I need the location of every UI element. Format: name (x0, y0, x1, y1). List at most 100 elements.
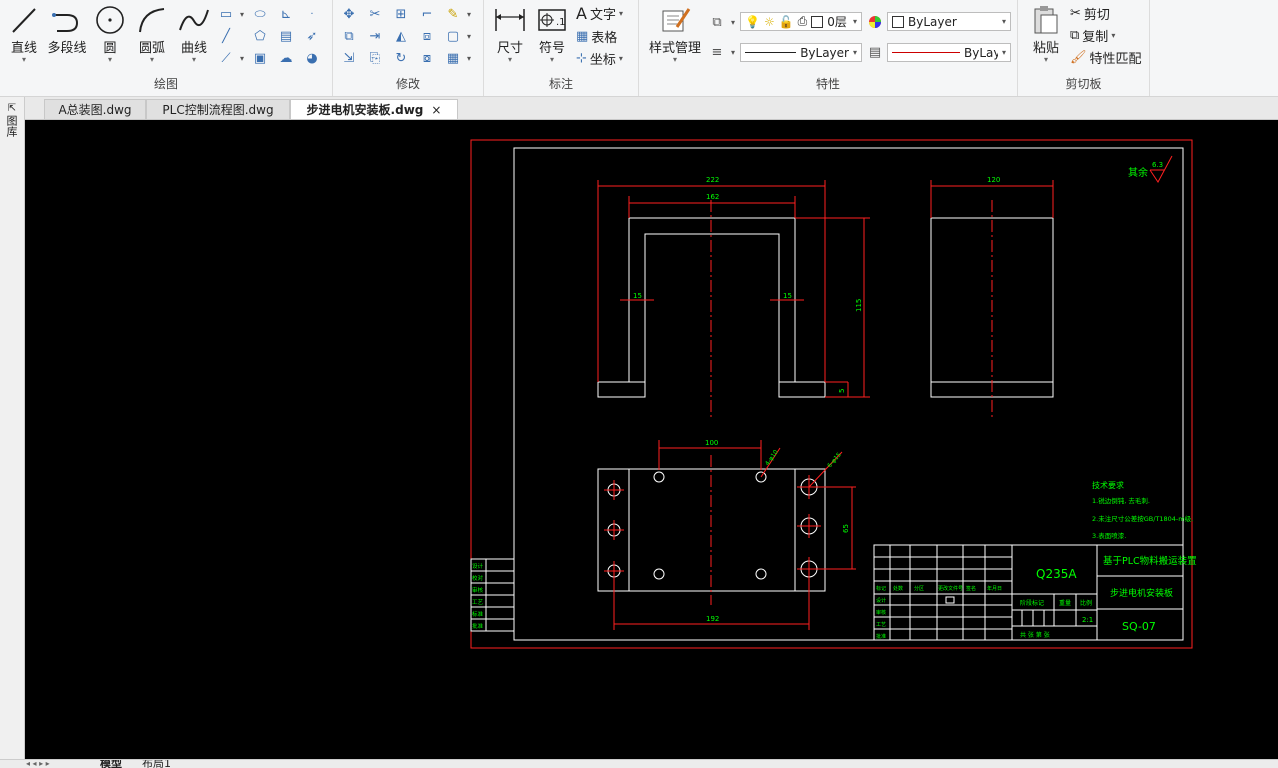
symbol-button[interactable]: .1 符号 ▾ (532, 4, 572, 64)
mirror-icon[interactable]: ◭ (393, 28, 409, 44)
boundary-icon[interactable]: ▣ (252, 50, 268, 66)
xline-icon[interactable]: ╱ (218, 28, 234, 44)
paste-dropdown-icon[interactable]: ▾ (1026, 56, 1066, 64)
layer-combo[interactable]: 💡 ☼ 🔓 ⎙ 0层 ▾ (740, 12, 862, 31)
tab-a-assembly[interactable]: A总装图.dwg (44, 99, 146, 119)
linetype-combo[interactable]: ByLayer ▾ (740, 43, 862, 62)
curve-button[interactable]: 曲线 ▾ (174, 4, 214, 64)
style-manager-dropdown-icon[interactable]: ▾ (645, 56, 705, 64)
rotate-icon[interactable]: ↻ (393, 50, 409, 66)
break-icon[interactable]: ⧇ (419, 50, 435, 66)
left-block-label: 批准 (472, 622, 484, 630)
array-icon[interactable]: ⊞ (393, 6, 409, 22)
tb-part-name: 步进电机安装板 (1110, 587, 1173, 599)
polyline-button[interactable]: 多段线 (46, 4, 88, 56)
erase-dropdown-icon[interactable]: ▾ (461, 6, 477, 22)
side-panel-toggle[interactable]: ⇱ 图库 (5, 103, 19, 137)
ray-dropdown-icon[interactable]: ▾ (234, 50, 250, 66)
dimension-dropdown-icon[interactable]: ▾ (490, 56, 530, 64)
offset-icon[interactable]: ⎘ (367, 50, 383, 66)
tech-req-line1: 1.锐边倒钝, 去毛刺. (1092, 496, 1150, 505)
copy-icon: ⧉ (1070, 28, 1080, 43)
tb-role-label: 批准 (876, 633, 886, 640)
paste-button[interactable]: 粘贴 ▾ (1026, 4, 1066, 64)
ellipse-icon[interactable]: ⬭ (252, 6, 268, 22)
color-value: ByLayer (908, 14, 957, 29)
drawing-canvas[interactable]: 222 162 120 15 15 115 5 100 4-φ10 6-φ15 … (25, 120, 1278, 759)
dimension-icon (495, 9, 525, 31)
coord-button[interactable]: ⊹ 坐标 ▾ (576, 49, 623, 68)
scale-icon[interactable]: ⧈ (419, 28, 435, 44)
ray-icon[interactable]: ⟋ (218, 50, 234, 66)
circle-icon (96, 6, 124, 34)
cut-button[interactable]: ✂ 剪切 (1070, 4, 1110, 23)
arrow-icon[interactable]: ➶ (304, 28, 320, 44)
properties-dropdown-icon[interactable]: ▾ (461, 50, 477, 66)
circle-dropdown-icon[interactable]: ▾ (90, 56, 130, 64)
arc-dropdown-icon[interactable]: ▾ (132, 56, 172, 64)
line-dropdown-icon[interactable]: ▾ (4, 56, 44, 64)
tab-close-icon[interactable]: × (431, 103, 441, 117)
explode-icon[interactable]: ▢ (445, 28, 461, 44)
move-icon[interactable]: ✥ (341, 6, 357, 22)
circle-button[interactable]: 圆 ▾ (90, 4, 130, 64)
tb-scale-label: 比例 (1080, 599, 1092, 607)
scissors-icon: ✂ (1070, 6, 1081, 21)
extend-icon[interactable]: ⇥ (367, 28, 383, 44)
point-icon[interactable]: · (304, 6, 320, 22)
copy-object-icon[interactable]: ⧉ (341, 28, 357, 44)
paste-icon (1034, 6, 1058, 34)
tb-role-label: 工艺 (876, 622, 886, 628)
match-properties-button[interactable]: 🖌 特性匹配 (1070, 48, 1142, 67)
print-icon: ⎙ (797, 14, 808, 28)
text-button[interactable]: A 文字 ▾ (576, 4, 623, 23)
cloud-icon[interactable]: ☁ (278, 50, 294, 66)
text-dropdown-icon[interactable]: ▾ (619, 9, 623, 18)
tab-plc-flowchart[interactable]: PLC控制流程图.dwg (146, 99, 290, 119)
lineweight-combo[interactable]: ByLayer▾ (887, 43, 1011, 62)
lineweight-value: ByLayer (963, 45, 998, 60)
fillet-icon[interactable]: ⌐ (419, 6, 435, 22)
stretch-icon[interactable]: ⇲ (341, 50, 357, 66)
symbol-dropdown-icon[interactable]: ▾ (532, 56, 572, 64)
region-icon[interactable]: ⬠ (252, 28, 268, 44)
coord-dropdown-icon[interactable]: ▾ (619, 54, 623, 63)
curve-label: 曲线 (180, 41, 207, 56)
trim-icon[interactable]: ✂ (367, 6, 383, 22)
tb-material: Q235A (1036, 567, 1077, 581)
hatch-icon[interactable]: ▤ (278, 28, 294, 44)
lineweight-list-icon[interactable]: ≡ (709, 44, 725, 60)
panel-draw: 直线 ▾ 多段线 圆 ▾ 圆弧 ▾ 曲线 ▾ ▭ ▾ ⬭ ⊾ · ╱ ⬠ ▤ ➶… (0, 0, 333, 96)
text-icon: A (576, 4, 587, 23)
style-manager-label: 样式管理 (648, 41, 701, 56)
style-manager-button[interactable]: 样式管理 ▾ (645, 4, 705, 64)
lineweight-dropdown-icon[interactable]: ▾ (725, 44, 741, 60)
color-combo[interactable]: ByLayer ▾ (887, 12, 1011, 31)
panel-title-modify: 修改 (395, 77, 420, 91)
rectangle-icon[interactable]: ▭ (218, 6, 234, 22)
arc-label: 圆弧 (138, 41, 165, 56)
line-button[interactable]: 直线 ▾ (4, 4, 44, 64)
arc-button[interactable]: 圆弧 ▾ (132, 4, 172, 64)
table-button[interactable]: ▦ 表格 (576, 27, 617, 46)
layer-properties-dropdown-icon[interactable]: ▾ (725, 14, 741, 30)
dim-15-right: 15 (783, 292, 792, 300)
dim-120: 120 (987, 176, 1000, 184)
curve-dropdown-icon[interactable]: ▾ (174, 56, 214, 64)
copy-dropdown-icon[interactable]: ▾ (1111, 31, 1115, 40)
tab-stepper-plate[interactable]: 步进电机安装板.dwg × (290, 99, 458, 119)
properties-icon[interactable]: ▦ (445, 50, 461, 66)
lineweight-icon[interactable]: ▤ (867, 44, 883, 60)
copy-button[interactable]: ⧉ 复制 ▾ (1070, 26, 1115, 45)
rectangle-dropdown-icon[interactable]: ▾ (234, 6, 250, 22)
tb-project: 基于PLC物料搬运装置 (1103, 555, 1197, 567)
tech-req-title: 技术要求 (1092, 480, 1124, 490)
erase-icon[interactable]: ✎ (445, 6, 461, 22)
construction-line-icon[interactable]: ⊾ (278, 6, 294, 22)
layer-properties-icon[interactable]: ⧉ (709, 14, 725, 30)
polyline-label: 多段线 (47, 41, 87, 56)
color-wheel-icon[interactable] (867, 14, 883, 30)
wipeout-icon[interactable]: ◕ (304, 50, 320, 66)
explode-dropdown-icon[interactable]: ▾ (461, 28, 477, 44)
dimension-button[interactable]: 尺寸 ▾ (490, 4, 530, 64)
